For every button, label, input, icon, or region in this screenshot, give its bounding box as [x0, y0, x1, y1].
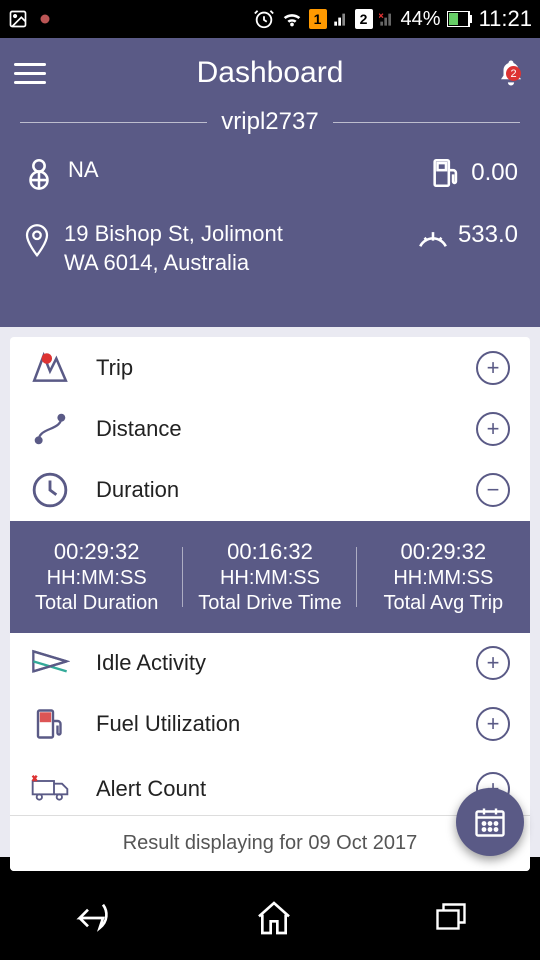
dur-format: HH:MM:SS [191, 567, 348, 590]
trip-label: Trip [96, 355, 450, 381]
fuel-icon [429, 156, 463, 190]
idle-icon [30, 648, 70, 678]
list-item-fuel[interactable]: Fuel Utilization + [10, 693, 530, 755]
fuel-util-label: Fuel Utilization [96, 711, 450, 737]
dur-label: Total Drive Time [191, 592, 348, 615]
duration-details: 00:29:32 HH:MM:SS Total Duration 00:16:3… [10, 521, 530, 633]
dur-format: HH:MM:SS [18, 567, 175, 590]
notification-badge: 2 [506, 66, 521, 81]
list-item-trip[interactable]: Trip + [10, 337, 530, 399]
dur-format: HH:MM:SS [365, 567, 522, 590]
dur-time: 00:29:32 [365, 539, 522, 565]
battery-icon [447, 11, 473, 27]
result-text: Result displaying for 09 Oct 2017 [123, 832, 418, 854]
address-line1: 19 Bishop St, Jolimont [64, 220, 283, 249]
clock-text: 11:21 [479, 6, 532, 32]
expand-button[interactable]: + [476, 351, 510, 385]
page-title: Dashboard [197, 56, 344, 90]
record-icon [36, 10, 54, 28]
alert-label: Alert Count [96, 776, 450, 802]
list-item-idle[interactable]: Idle Activity + [10, 633, 530, 693]
signal2-icon [379, 11, 395, 27]
battery-text: 44% [401, 8, 441, 31]
calendar-fab[interactable] [456, 788, 524, 856]
image-icon [8, 9, 28, 29]
drive-time-col: 00:16:32 HH:MM:SS Total Drive Time [183, 539, 356, 615]
status-left [8, 9, 54, 29]
dur-label: Total Avg Trip [365, 592, 522, 615]
driver-info: NA [22, 156, 99, 190]
expand-button[interactable]: + [476, 707, 510, 741]
calendar-icon [472, 804, 508, 840]
signal1-icon [333, 11, 349, 27]
android-nav-bar [0, 876, 540, 960]
dur-time: 00:29:32 [18, 539, 175, 565]
address-line2: WA 6014, Australia [64, 249, 283, 278]
location-icon [22, 220, 52, 258]
speedometer-icon [416, 220, 450, 250]
sim2-badge: 2 [355, 9, 373, 29]
driver-name: NA [68, 156, 99, 185]
fuel-info: 0.00 [429, 156, 518, 190]
odometer-info: 533.0 [416, 220, 518, 250]
expand-button[interactable]: + [476, 646, 510, 680]
dur-time: 00:16:32 [191, 539, 348, 565]
home-button[interactable] [254, 898, 294, 938]
clock-icon [31, 471, 69, 509]
android-status-bar: 1 2 44% 11:21 [0, 0, 540, 38]
odometer-value: 533.0 [458, 221, 518, 249]
total-duration-col: 00:29:32 HH:MM:SS Total Duration [10, 539, 183, 615]
alarm-icon [253, 8, 275, 30]
trip-icon [30, 349, 70, 387]
location-info: 19 Bishop St, Jolimont WA 6014, Australi… [22, 220, 283, 277]
menu-button[interactable] [14, 63, 46, 84]
avg-trip-col: 00:29:32 HH:MM:SS Total Avg Trip [357, 539, 530, 615]
alert-icon [30, 774, 70, 804]
sim1-badge: 1 [309, 9, 327, 29]
notifications-button[interactable]: 2 [496, 56, 526, 90]
idle-label: Idle Activity [96, 650, 450, 676]
wifi-icon [281, 8, 303, 30]
metrics-list: Trip + Distance + Duration − 00:29:32 HH… [10, 337, 530, 871]
duration-label: Duration [96, 477, 450, 503]
vehicle-id-row: vripl2737 [0, 108, 540, 136]
fuel-util-icon [32, 705, 68, 743]
distance-label: Distance [96, 416, 450, 442]
vehicle-id: vripl2737 [221, 108, 318, 136]
list-item-distance[interactable]: Distance + [10, 399, 530, 459]
content-area: Trip + Distance + Duration − 00:29:32 HH… [0, 327, 540, 857]
list-item-alert[interactable]: Alert Count + [10, 755, 530, 815]
back-button[interactable] [69, 898, 117, 938]
status-right: 1 2 44% 11:21 [253, 6, 532, 32]
expand-button[interactable]: + [476, 412, 510, 446]
app-header: Dashboard 2 vripl2737 NA 0.00 19 Bishop [0, 38, 540, 327]
recent-button[interactable] [431, 900, 471, 936]
fuel-value: 0.00 [471, 159, 518, 187]
list-item-duration[interactable]: Duration − [10, 459, 530, 521]
result-date-bar: Result displaying for 09 Oct 2017 [10, 815, 530, 871]
distance-icon [31, 412, 69, 446]
driver-icon [22, 156, 56, 190]
recent-icon [431, 900, 471, 936]
home-icon [254, 898, 294, 938]
collapse-button[interactable]: − [476, 473, 510, 507]
back-icon [69, 898, 117, 938]
dur-label: Total Duration [18, 592, 175, 615]
